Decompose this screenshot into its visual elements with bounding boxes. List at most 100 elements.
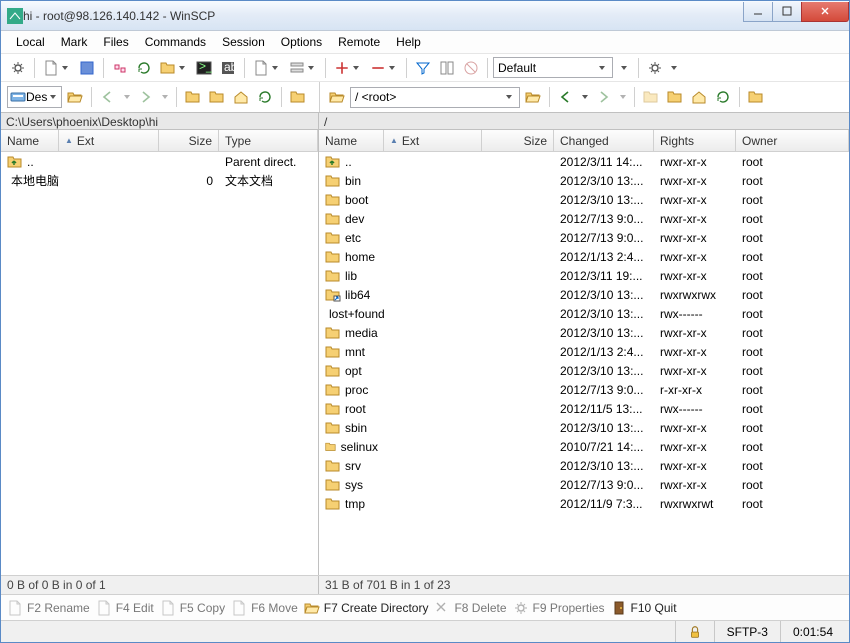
local-drive-combo[interactable]: Des xyxy=(7,86,62,108)
remote-home-button[interactable] xyxy=(688,86,710,108)
fn-rename[interactable]: F2 Rename xyxy=(7,600,90,616)
remote-file-list[interactable]: ..2012/3/11 14:...rwxr-xr-xrootbin2012/3… xyxy=(319,152,849,575)
list-item[interactable]: lib642012/3/10 13:...rwxrwxrwxroot xyxy=(319,285,849,304)
list-item[interactable]: etc2012/7/13 9:0...rwxr-xr-xroot xyxy=(319,228,849,247)
fn-edit[interactable]: F4 Edit xyxy=(96,600,154,616)
list-item[interactable]: ..Parent direct. xyxy=(1,152,318,171)
remote-col-changed[interactable]: Changed xyxy=(554,130,654,151)
transfer-preset-combo[interactable]: Default xyxy=(493,57,613,78)
menu-options[interactable]: Options xyxy=(274,33,329,51)
remote-status: 31 B of 701 B in 1 of 23 xyxy=(319,576,849,594)
list-item[interactable]: lost+found2012/3/10 13:...rwx------root xyxy=(319,304,849,323)
local-col-size[interactable]: Size xyxy=(159,130,219,151)
list-item[interactable]: 本地电脑上的文件.txt0文本文档 xyxy=(1,171,318,190)
list-item[interactable]: lib2012/3/11 19:...rwxr-xr-xroot xyxy=(319,266,849,285)
local-file-list[interactable]: ..Parent direct.本地电脑上的文件.txt0文本文档 xyxy=(1,152,318,575)
add-button[interactable] xyxy=(331,57,365,79)
keep-remote-button[interactable] xyxy=(157,57,191,79)
preset-settings-button[interactable] xyxy=(615,57,633,79)
transfer-settings-button[interactable] xyxy=(250,57,284,79)
list-item[interactable]: media2012/3/10 13:...rwxr-xr-xroot xyxy=(319,323,849,342)
compare-button[interactable] xyxy=(436,57,458,79)
session-button[interactable] xyxy=(40,57,74,79)
list-item[interactable]: selinux2010/7/21 14:...rwxr-xr-xroot xyxy=(319,437,849,456)
menu-session[interactable]: Session xyxy=(215,33,272,51)
menu-files[interactable]: Files xyxy=(96,33,135,51)
remote-bookmarks-button[interactable] xyxy=(745,86,767,108)
local-col-name[interactable]: Name xyxy=(1,130,59,151)
close-button[interactable] xyxy=(801,2,849,22)
queue-toggle-button[interactable] xyxy=(286,57,320,79)
terminal-button[interactable] xyxy=(193,57,215,79)
remote-col-ext[interactable]: ▲Ext xyxy=(384,130,482,151)
nav-toolbars: Des / <root> xyxy=(1,81,849,112)
local-path: C:\Users\phoenix\Desktop\hi xyxy=(1,112,319,130)
list-item[interactable]: ..2012/3/11 14:...rwxr-xr-xroot xyxy=(319,152,849,171)
list-item[interactable]: proc2012/7/13 9:0...r-xr-xr-xroot xyxy=(319,380,849,399)
remote-open-folder-button[interactable] xyxy=(326,86,348,108)
sync-files-button[interactable] xyxy=(133,57,155,79)
list-item[interactable]: home2012/1/13 2:4...rwxr-xr-xroot xyxy=(319,247,849,266)
maximize-button[interactable] xyxy=(772,2,802,22)
list-item[interactable]: root2012/11/5 13:...rwx------root xyxy=(319,399,849,418)
list-item[interactable]: srv2012/3/10 13:...rwxr-xr-xroot xyxy=(319,456,849,475)
list-item[interactable]: opt2012/3/10 13:...rwxr-xr-xroot xyxy=(319,361,849,380)
local-back-button[interactable] xyxy=(97,86,119,108)
gear-icon[interactable] xyxy=(7,57,29,79)
local-bookmarks-button[interactable] xyxy=(287,86,309,108)
up-icon xyxy=(7,154,23,170)
fn-mkdir[interactable]: F7 Create Directory xyxy=(304,600,429,616)
list-item[interactable]: bin2012/3/10 13:...rwxr-xr-xroot xyxy=(319,171,849,190)
list-item[interactable]: tmp2012/11/9 7:3...rwxrwxrwtroot xyxy=(319,494,849,513)
remote-col-owner[interactable]: Owner xyxy=(736,130,849,151)
local-parent-button[interactable] xyxy=(182,86,204,108)
menu-local[interactable]: Local xyxy=(9,33,52,51)
remote-path-combo[interactable]: / <root> xyxy=(350,87,520,108)
local-panel: Name ▲Ext Size Type ..Parent direct.本地电脑… xyxy=(1,130,319,575)
fn-move[interactable]: F6 Move xyxy=(231,600,298,616)
remove-button[interactable] xyxy=(367,57,401,79)
remote-folder-button[interactable] xyxy=(522,86,544,108)
toolbar-overflow[interactable] xyxy=(671,66,677,70)
local-forward-button[interactable] xyxy=(135,86,157,108)
folder-icon xyxy=(325,230,341,246)
local-col-ext[interactable]: ▲Ext xyxy=(59,130,159,151)
list-item[interactable]: dev2012/7/13 9:0...rwxr-xr-xroot xyxy=(319,209,849,228)
list-item[interactable]: boot2012/3/10 13:...rwxr-xr-xroot xyxy=(319,190,849,209)
local-open-folder-button[interactable] xyxy=(64,86,86,108)
remote-root-button[interactable] xyxy=(664,86,686,108)
fn-quit[interactable]: F10 Quit xyxy=(611,600,677,616)
menu-commands[interactable]: Commands xyxy=(138,33,213,51)
minimize-button[interactable] xyxy=(743,2,773,22)
local-root-button[interactable] xyxy=(206,86,228,108)
preferences-button[interactable] xyxy=(644,57,666,79)
folder-icon xyxy=(325,382,341,398)
list-item[interactable]: sbin2012/3/10 13:...rwxr-xr-xroot xyxy=(319,418,849,437)
menu-mark[interactable]: Mark xyxy=(54,33,95,51)
local-drive-label: Des xyxy=(26,90,47,104)
save-session-button[interactable] xyxy=(76,57,98,79)
remote-refresh-button[interactable] xyxy=(712,86,734,108)
list-item[interactable]: sys2012/7/13 9:0...rwxr-xr-xroot xyxy=(319,475,849,494)
stop-button[interactable] xyxy=(460,57,482,79)
menu-remote[interactable]: Remote xyxy=(331,33,387,51)
remote-col-size[interactable]: Size xyxy=(482,130,554,151)
local-home-button[interactable] xyxy=(230,86,252,108)
sync-browse-button[interactable] xyxy=(109,57,131,79)
copy-icon xyxy=(160,600,176,616)
remote-col-name[interactable]: Name xyxy=(319,130,384,151)
menu-help[interactable]: Help xyxy=(389,33,428,51)
fn-props[interactable]: F9 Properties xyxy=(513,600,605,616)
queue-button[interactable]: ab xyxy=(217,57,239,79)
encryption-icon xyxy=(675,621,714,642)
remote-col-rights[interactable]: Rights xyxy=(654,130,736,151)
remote-parent-button[interactable] xyxy=(640,86,662,108)
filter-button[interactable] xyxy=(412,57,434,79)
local-col-type[interactable]: Type xyxy=(219,130,318,151)
local-refresh-button[interactable] xyxy=(254,86,276,108)
list-item[interactable]: mnt2012/1/13 2:4...rwxr-xr-xroot xyxy=(319,342,849,361)
fn-delete[interactable]: F8 Delete xyxy=(434,600,506,616)
remote-back-button[interactable] xyxy=(555,86,577,108)
fn-copy[interactable]: F5 Copy xyxy=(160,600,225,616)
remote-forward-button[interactable] xyxy=(593,86,615,108)
